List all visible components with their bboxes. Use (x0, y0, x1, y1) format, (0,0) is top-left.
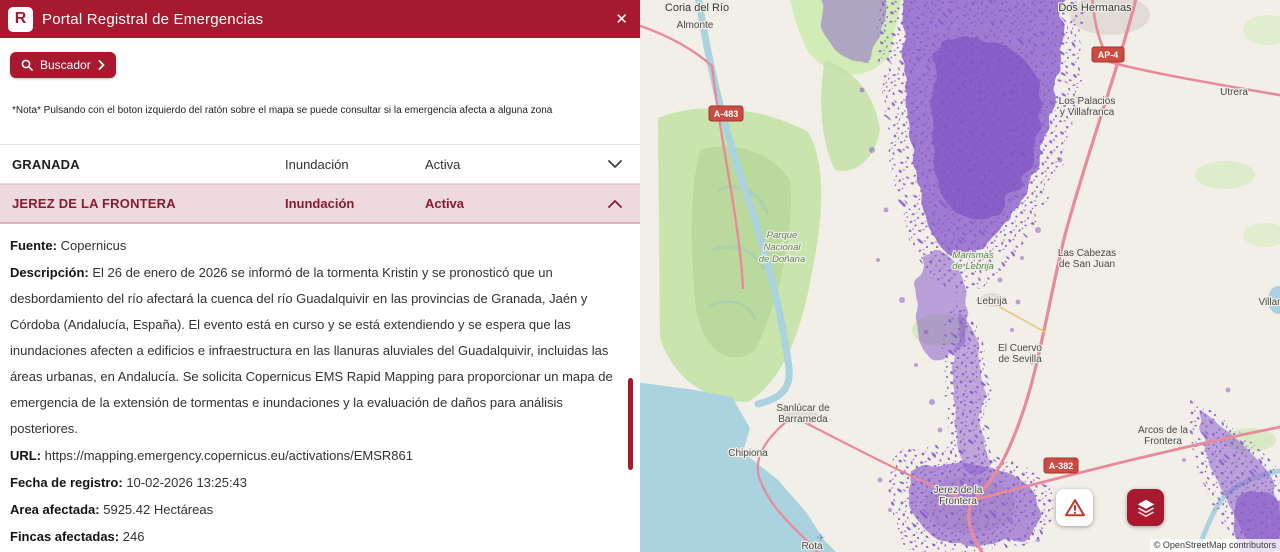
label-arcos: Arcos de la (1138, 425, 1188, 436)
panel-title: Portal Registral de Emergencias (42, 11, 615, 28)
chevron-down-icon (606, 160, 624, 168)
detail-label: Fincas afectadas: (10, 529, 119, 544)
emergency-details: Fuente: Copernicus Descripción: El 26 de… (0, 224, 640, 550)
detail-label: Fuente: (10, 238, 57, 253)
layers-icon (1135, 497, 1157, 519)
label-el-cuervo: de Sevilla (998, 354, 1042, 365)
label-arcos: Frontera (1144, 436, 1182, 447)
label-donana: Parque (767, 230, 798, 241)
emergency-list: GRANADA Inundación Activa JEREZ DE LA FR… (0, 144, 640, 224)
road-shield-a483: A-483 (709, 106, 743, 121)
panel-header: R Portal Registral de Emergencias ✕ (0, 0, 640, 38)
label-las-cabezas: de San Juan (1059, 259, 1115, 270)
emergency-type: Inundación (285, 157, 425, 172)
label-marismas: Marismas (952, 250, 993, 261)
chevron-up-icon (606, 200, 624, 208)
search-button-label: Buscador (40, 58, 91, 72)
detail-fincas: Fincas afectadas: 246 (10, 524, 626, 550)
label-jerez: Frontera (939, 496, 977, 507)
road-shield-a382: A-382 (1044, 458, 1078, 473)
label-villamartin: Villam (1258, 297, 1280, 308)
chevron-right-icon (98, 60, 105, 70)
label-el-cuervo: El Cuervo (998, 343, 1042, 354)
emergency-name: JEREZ DE LA FRONTERA (12, 196, 285, 211)
airport-icon: ✈ (817, 533, 825, 544)
label-los-palacios: y Villafranca (1060, 107, 1115, 118)
emergency-status: Activa (425, 157, 606, 172)
map-attribution[interactable]: © OpenStreetMap contributors (1150, 539, 1280, 552)
detail-value: 246 (123, 529, 145, 544)
emergency-panel: R Portal Registral de Emergencias ✕ Busc… (0, 0, 640, 552)
detail-fuente: Fuente: Copernicus (10, 233, 626, 259)
label-donana: Nacional (764, 242, 802, 253)
note-text: *Nota* Pulsando con el boton izquierdo d… (12, 105, 628, 116)
label-sanlucar: Barrameda (778, 414, 828, 425)
logo-glyph: R (15, 11, 27, 27)
detail-value: 5925.42 Hectáreas (103, 502, 213, 517)
detail-fecha: Fecha de registro: 10-02-2026 13:25:43 (10, 470, 626, 496)
emergency-row-jerez[interactable]: JEREZ DE LA FRONTERA Inundación Activa (0, 184, 640, 224)
detail-value: 10-02-2026 13:25:43 (126, 475, 247, 490)
emergency-type: Inundación (285, 196, 425, 211)
emergency-row-granada[interactable]: GRANADA Inundación Activa (0, 145, 640, 184)
search-button[interactable]: Buscador (10, 52, 116, 78)
label-chipiona: Chipiona (728, 448, 768, 459)
svg-text:AP-4: AP-4 (1098, 50, 1119, 60)
search-icon (21, 59, 33, 71)
label-los-palacios: Los Palacios (1059, 96, 1116, 107)
detail-descripcion: Descripción: El 26 de enero de 2026 se i… (10, 260, 626, 442)
detail-label: URL: (10, 448, 41, 463)
close-button[interactable]: ✕ (615, 12, 628, 27)
label-utrera: Utrera (1220, 87, 1248, 98)
label-jerez: Jerez de la (934, 485, 983, 496)
svg-text:A-382: A-382 (1049, 461, 1074, 471)
detail-url: URL: https://mapping.emergency.copernicu… (10, 443, 626, 469)
warning-triangle-icon (1064, 498, 1086, 518)
warning-button[interactable] (1056, 489, 1093, 526)
app-window: R Portal Registral de Emergencias ✕ Busc… (0, 0, 1280, 552)
label-coria: Coria del Río (665, 2, 729, 14)
detail-label: Area afectada: (10, 502, 100, 517)
map-canvas: AP-4 A-483 A-382 Coria del Río Dos Herma… (640, 0, 1280, 552)
emergency-status: Activa (425, 196, 606, 211)
label-donana: de Doñana (759, 254, 805, 265)
label-las-cabezas: Las Cabezas (1058, 248, 1116, 259)
detail-label: Fecha de registro: (10, 475, 123, 490)
road-shield-ap4: AP-4 (1092, 47, 1124, 62)
detail-value: Copernicus (61, 238, 127, 253)
detail-area: Area afectada: 5925.42 Hectáreas (10, 497, 626, 523)
detail-url-value[interactable]: https://mapping.emergency.copernicus.eu/… (45, 448, 413, 463)
detail-label: Descripción: (10, 265, 89, 280)
svg-text:A-483: A-483 (714, 109, 739, 119)
detail-value: El 26 de enero de 2026 se informó de la … (10, 265, 613, 436)
scrollbar-thumb[interactable] (628, 378, 633, 470)
label-almonte: Almonte (677, 20, 714, 31)
label-sanlucar: Sanlúcar de (776, 403, 830, 414)
label-marismas: de Lebrija (952, 261, 994, 272)
emergency-name: GRANADA (12, 157, 285, 172)
label-dos-hermanas: Dos Hermanas (1058, 2, 1132, 14)
map[interactable]: AP-4 A-483 A-382 Coria del Río Dos Herma… (640, 0, 1280, 552)
layers-button[interactable] (1127, 489, 1164, 526)
registradores-logo-icon: R (8, 7, 33, 32)
label-lebrija: Lebrija (977, 296, 1007, 307)
